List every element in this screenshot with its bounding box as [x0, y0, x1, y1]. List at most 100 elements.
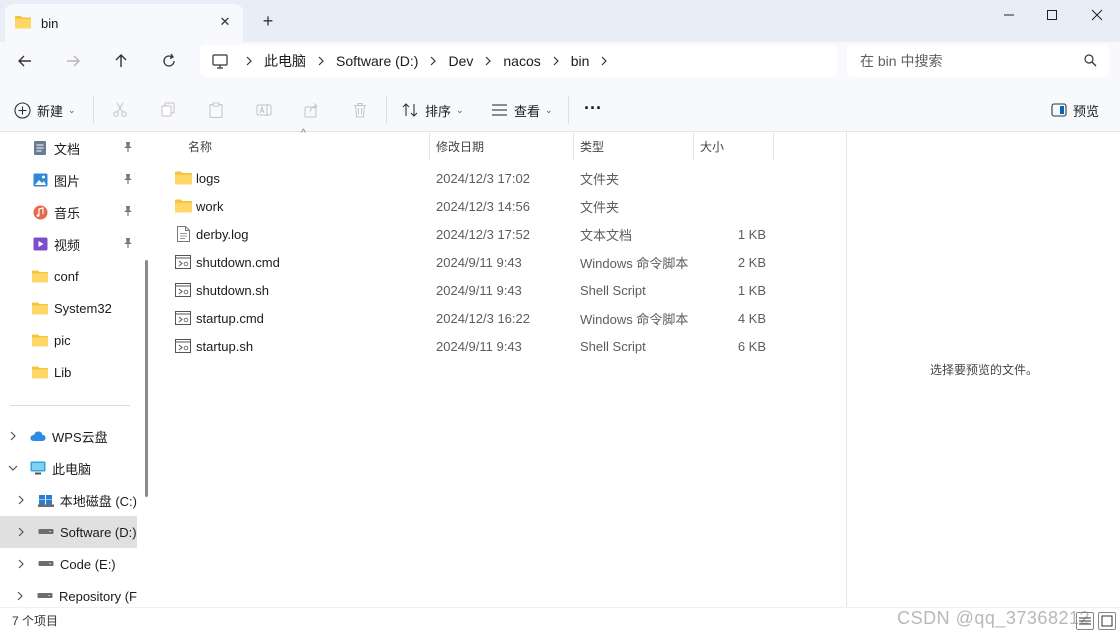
nav-item-pictures[interactable]: 图片 — [0, 164, 137, 196]
pin-icon[interactable] — [123, 237, 133, 252]
pictures-icon — [32, 172, 48, 188]
refresh-button[interactable] — [155, 47, 183, 75]
chevron-right-icon[interactable] — [14, 495, 28, 505]
nav-item-pic[interactable]: pic — [0, 324, 137, 356]
search-icon[interactable] — [1084, 54, 1097, 70]
nav-item-conf[interactable]: conf — [0, 260, 137, 292]
column-divider[interactable] — [693, 132, 694, 160]
chevron-right-icon[interactable] — [14, 527, 28, 537]
column-divider[interactable] — [429, 132, 430, 160]
nav-item-music[interactable]: 音乐 — [0, 196, 137, 228]
chevron-right-icon[interactable] — [314, 54, 328, 68]
table-row[interactable]: shutdown.cmd 2024/9/11 9:43 Windows 命令脚本… — [156, 248, 846, 276]
view-button[interactable]: 查看 ⌄ — [491, 98, 553, 122]
command-bar: 新建 ⌄ 排序 ⌄ 查看 ⌄ ··· 预览 — [0, 88, 1120, 132]
chevron-right-icon[interactable] — [426, 54, 440, 68]
sort-button[interactable]: 排序 ⌄ — [402, 98, 464, 122]
details-view-icon — [1079, 617, 1091, 625]
sort-button-label: 排序 — [425, 103, 452, 119]
table-row[interactable]: work 2024/12/3 14:56 文件夹 — [156, 192, 846, 220]
nav-item-wps-cloud[interactable]: WPS云盘 — [0, 420, 137, 452]
file-size: 1 KB — [737, 226, 766, 242]
address-bar[interactable]: 此电脑 Software (D:) Dev nacos bin — [200, 45, 838, 77]
file-date: 2024/9/11 9:43 — [436, 254, 522, 270]
tiles-view-button[interactable] — [1098, 612, 1116, 630]
copy-button[interactable] — [158, 100, 178, 120]
details-view-button[interactable] — [1076, 612, 1094, 630]
minimize-button[interactable] — [986, 0, 1032, 30]
maximize-icon — [1047, 10, 1057, 20]
nav-item-drive-e[interactable]: Code (E:) — [0, 548, 137, 580]
table-row[interactable]: startup.sh 2024/9/11 9:43 Shell Script 6… — [156, 332, 846, 360]
column-header-date[interactable]: 修改日期 — [436, 132, 484, 160]
chevron-right-icon[interactable] — [549, 54, 563, 68]
breadcrumb-software-d[interactable]: Software (D:) — [336, 53, 418, 69]
share-icon — [304, 103, 318, 118]
nav-scrollbar[interactable] — [145, 260, 148, 497]
file-type: Windows 命令脚本 — [580, 311, 689, 327]
chevron-right-icon[interactable] — [481, 54, 495, 68]
file-type: Windows 命令脚本 — [580, 255, 689, 271]
chevron-right-icon[interactable] — [14, 591, 27, 601]
nav-item-this-pc[interactable]: 此电脑 — [0, 452, 137, 484]
nav-item-system32[interactable]: System32 — [0, 292, 137, 324]
forward-button[interactable] — [59, 47, 87, 75]
chevron-right-icon[interactable] — [6, 431, 20, 441]
breadcrumb-bin[interactable]: bin — [571, 53, 590, 69]
nav-item-drive-c[interactable]: 本地磁盘 (C:) — [0, 484, 137, 516]
maximize-button[interactable] — [1029, 0, 1075, 30]
status-bar: 7 个项目 CSDN @qq_37368212 — [0, 607, 1120, 632]
preview-button-label: 预览 — [1073, 103, 1100, 119]
nav-item-drive-d[interactable]: Software (D:) — [0, 516, 137, 548]
back-button[interactable] — [11, 47, 39, 75]
breadcrumb-nacos[interactable]: nacos — [503, 53, 540, 69]
up-button[interactable] — [107, 47, 135, 75]
computer-icon[interactable] — [212, 53, 228, 69]
nav-item-videos[interactable]: 视频 — [0, 228, 137, 260]
file-type: Shell Script — [580, 338, 646, 354]
share-button[interactable] — [302, 100, 322, 120]
column-header-type[interactable]: 类型 — [580, 132, 604, 160]
new-button[interactable]: 新建 ⌄ — [14, 98, 76, 122]
nav-item-lib[interactable]: Lib — [0, 356, 137, 388]
table-row[interactable]: shutdown.sh 2024/9/11 9:43 Shell Script … — [156, 276, 846, 304]
paste-button[interactable] — [206, 100, 226, 120]
preview-pane-button[interactable]: 预览 — [1051, 98, 1099, 122]
chevron-down-icon[interactable] — [6, 464, 20, 472]
nav-item-drive-f[interactable]: Repository (F — [0, 580, 137, 607]
text-file-icon — [174, 225, 192, 243]
column-header-size[interactable]: 大小 — [700, 132, 724, 160]
file-type: 文件夹 — [580, 171, 620, 187]
chevron-right-icon[interactable] — [597, 54, 611, 68]
pin-icon[interactable] — [123, 173, 133, 188]
close-tab-icon[interactable]: ✕ — [217, 14, 233, 30]
close-window-button[interactable] — [1074, 0, 1120, 30]
cut-button[interactable] — [110, 100, 130, 120]
column-header-name[interactable]: 名称 — [188, 132, 212, 160]
breadcrumb-dev[interactable]: Dev — [448, 53, 473, 69]
chevron-right-icon[interactable] — [14, 559, 28, 569]
column-divider[interactable] — [773, 132, 774, 160]
view-button-label: 查看 — [514, 103, 541, 119]
folder-icon — [174, 197, 192, 215]
rename-button[interactable] — [254, 100, 274, 120]
more-options-button[interactable]: ··· — [584, 96, 602, 120]
column-divider[interactable] — [573, 132, 574, 160]
delete-button[interactable] — [350, 100, 370, 120]
chevron-right-icon[interactable] — [242, 54, 256, 68]
table-row[interactable]: derby.log 2024/12/3 17:52 文本文档 1 KB — [156, 220, 846, 248]
file-size — [698, 164, 766, 192]
table-row[interactable]: startup.cmd 2024/12/3 16:22 Windows 命令脚本… — [156, 304, 846, 332]
chevron-down-icon: ⌄ — [456, 104, 464, 115]
table-row[interactable]: logs 2024/12/3 17:02 文件夹 — [156, 164, 846, 192]
new-tab-button[interactable]: + — [257, 11, 279, 33]
pin-icon[interactable] — [123, 205, 133, 220]
tab-bin[interactable]: bin ✕ — [5, 4, 243, 42]
video-icon — [32, 236, 48, 252]
arrow-left-icon — [18, 55, 31, 67]
search-input[interactable]: 在 bin 中搜索 — [847, 45, 1109, 77]
pin-icon[interactable] — [123, 141, 133, 156]
folder-icon — [15, 15, 31, 32]
breadcrumb-this-pc[interactable]: 此电脑 — [264, 51, 306, 71]
nav-item-documents[interactable]: 文档 — [0, 132, 137, 164]
